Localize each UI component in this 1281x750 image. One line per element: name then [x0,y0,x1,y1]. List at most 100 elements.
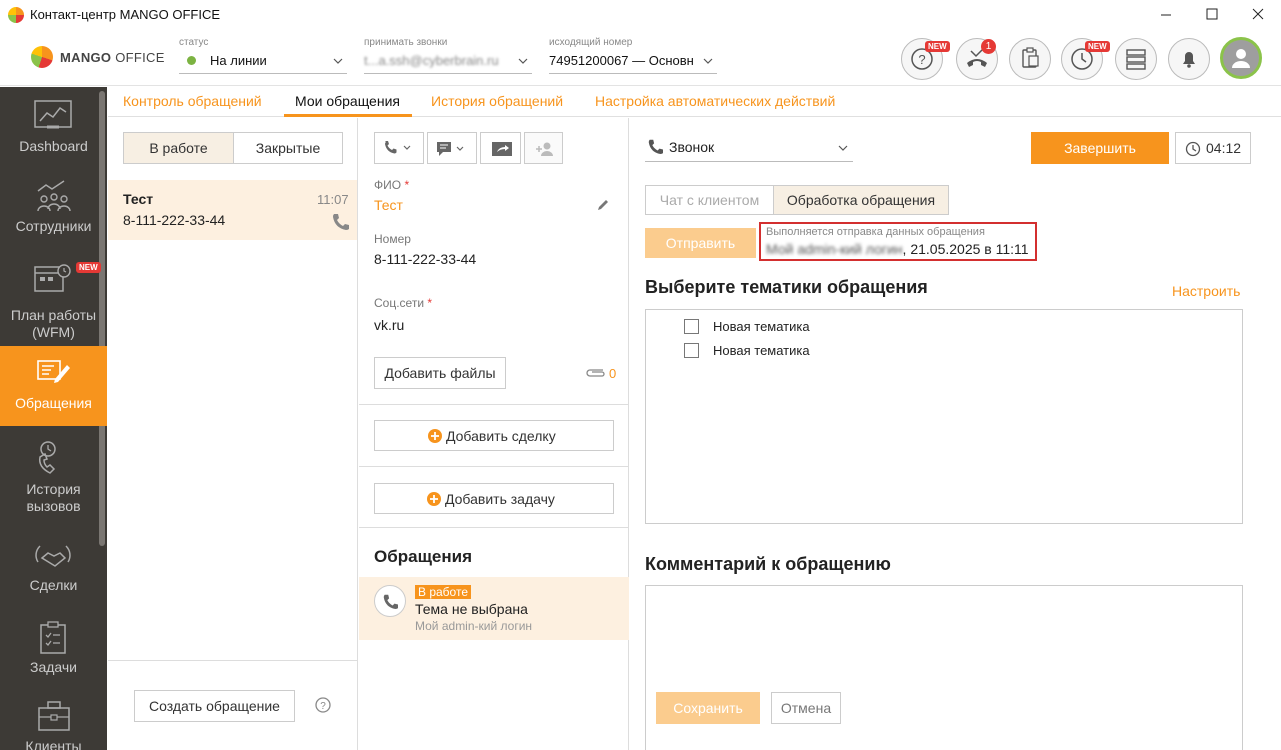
request-processing-panel: Звонок Завершить 04:12 Чат с клиентом Об… [630,118,1281,750]
sidebar-item-wfm[interactable]: NEW План работы (WFM) [0,251,107,345]
user-icon [1232,49,1250,68]
sidebar-item-employees[interactable]: Сотрудники [0,169,107,249]
forward-icon [492,142,512,156]
clients-icon [38,701,70,731]
status-dot-icon [187,56,196,65]
request-details-panel: ФИО * Тест Номер 8-111-222-33-44 Соц.сет… [359,118,629,750]
phone-icon [333,214,349,230]
request-type-badge [374,585,406,617]
configure-topics-link[interactable]: Настроить [1172,283,1240,299]
add-task-label: Добавить задачу [445,491,555,507]
chevron-down-icon [838,145,848,151]
topic-checkbox[interactable] [684,319,699,334]
comment-textarea[interactable] [645,585,1243,750]
server-button[interactable] [1115,38,1157,80]
sidebar-item-label: Сотрудники [15,218,92,234]
accept-calls-select[interactable]: t...a.ssh@cyberbrain.ru [364,50,532,74]
status-select[interactable]: На линии [179,50,347,74]
request-list-item[interactable]: В работе Тема не выбрана Мой admin-кий л… [359,577,629,640]
message-action-button[interactable] [427,132,477,164]
minimize-button[interactable] [1143,0,1189,30]
status-label: статус [179,37,209,48]
sending-notice-text: Выполняется отправка данных обращения [766,226,985,238]
window-titlebar: Контакт-центр MANGO OFFICE [0,0,1281,30]
topics-box: Новая тематика Новая тематика [645,309,1243,524]
new-badge: NEW [925,41,950,52]
save-button[interactable]: Сохранить [656,692,760,724]
add-deal-label: Добавить сделку [446,428,556,444]
create-request-button[interactable]: Создать обращение [134,690,295,722]
edit-pencil-icon[interactable] [597,197,611,211]
fio-label: ФИО * [374,178,410,192]
sidebar-item-label: Задачи [29,659,77,675]
channel-select[interactable]: Звонок [645,132,853,162]
add-participant-button[interactable] [524,132,563,164]
fio-value[interactable]: Тест [374,197,403,213]
deals-icon [35,545,71,567]
call-history-icon [38,441,56,474]
sidebar-item-call-history[interactable]: История вызовов [0,429,107,519]
outgoing-number-select[interactable]: 74951200067 — Основной [549,50,717,74]
timer-value: 04:12 [1206,140,1242,156]
sidebar-item-label: Dashboard [19,138,88,154]
tab-my-requests[interactable]: Мои обращения [295,93,400,109]
outgoing-number-label: исходящий номер [549,37,633,48]
sidebar-item-label: План работы (WFM) [10,307,97,340]
close-window-button[interactable] [1235,0,1281,30]
sending-notice-detail: Мой admin-кий логин, 21.05.2025 в 11:11 [766,241,1029,257]
topic-label: Новая тематика [713,319,810,334]
segment-closed[interactable]: Закрытые [233,132,343,164]
list-item[interactable]: Тест 8-111-222-33-44 11:07 [108,180,357,240]
segment-in-work[interactable]: В работе [123,132,234,164]
add-files-button[interactable]: Добавить файлы [374,357,506,389]
requests-list-panel: В работе Закрытые Тест 8-111-222-33-44 1… [108,118,358,750]
topic-label: Новая тематика [713,343,810,358]
sidebar-item-clients[interactable]: Клиенты [0,699,107,750]
clipboard-button[interactable] [1009,38,1051,80]
topics-title: Выберите тематики обращения [645,277,928,297]
request-topic: Тема не выбрана [415,601,528,617]
outgoing-number-value: 74951200067 — Основной [549,53,694,68]
chat-icon [437,142,464,156]
send-button[interactable]: Отправить [645,228,756,258]
requests-icon [37,360,70,383]
tab-client-chat[interactable]: Чат с клиентом [645,185,774,215]
topic-checkbox[interactable] [684,343,699,358]
plus-circle-icon [428,429,442,443]
tab-requests-control[interactable]: Контроль обращений [123,93,262,109]
tab-requests-history[interactable]: История обращений [431,93,563,109]
social-value: vk.ru [374,317,405,333]
notifications-button[interactable] [1168,38,1210,80]
sending-notice: Выполняется отправка данных обращения Мо… [759,222,1037,261]
sidebar-item-deals[interactable]: Сделки [0,534,107,610]
tab-auto-actions[interactable]: Настройка автоматических действий [595,93,835,109]
cancel-button[interactable]: Отмена [771,692,841,724]
new-badge: NEW [76,262,101,273]
timer-button[interactable]: 04:12 [1175,132,1251,164]
sidebar-item-requests[interactable]: Обращения [0,346,107,426]
tab-request-processing[interactable]: Обработка обращения [773,185,949,215]
sidebar: Dashboard Сотрудники NEW План работы (WF… [0,87,107,750]
add-task-button[interactable]: Добавить задачу [374,483,614,514]
list-item-phone: 8-111-222-33-44 [123,212,226,228]
accept-calls-value: t...a.ssh@cyberbrain.ru [364,53,499,68]
sidebar-item-dashboard[interactable]: Dashboard [0,87,107,169]
request-status-badge: В работе [415,585,472,599]
finish-button[interactable]: Завершить [1031,132,1169,164]
help-icon[interactable]: ? [314,696,332,714]
call-action-button[interactable] [374,132,424,164]
maximize-button[interactable] [1189,0,1235,30]
window-title: Контакт-центр MANGO OFFICE [30,7,221,22]
add-user-icon [536,142,553,156]
paperclip-icon [586,369,605,377]
attachments-count: 0 [609,366,617,381]
dashboard-icon [34,100,72,129]
forward-button[interactable] [480,132,521,164]
add-deal-button[interactable]: Добавить сделку [374,420,614,451]
phone-icon [383,594,398,609]
list-item-time: 11:07 [317,192,349,207]
phone-icon [648,139,663,154]
sidebar-item-tasks[interactable]: Задачи [0,617,107,693]
requests-section-title: Обращения [374,547,472,566]
user-avatar[interactable] [1220,37,1262,79]
